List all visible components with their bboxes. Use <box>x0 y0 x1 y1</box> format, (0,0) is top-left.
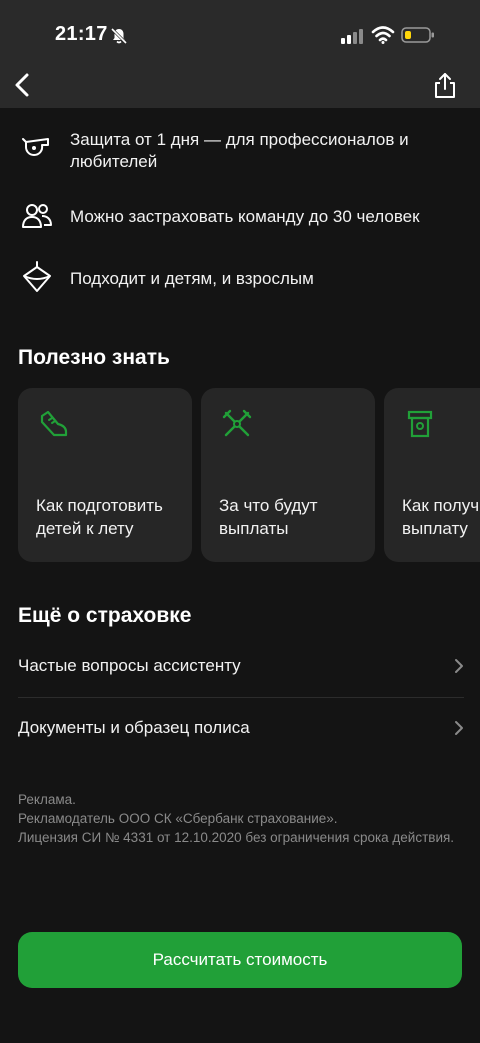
ad-disclaimer: Реклама. Рекламодатель ООО СК «Сбербанк … <box>18 790 458 847</box>
list-item-label: Документы и образец полиса <box>18 718 250 737</box>
signal-icon <box>341 29 363 44</box>
useful-card[interactable]: За что будут выплаты <box>201 388 375 562</box>
list-item-label: Частые вопросы ассистенту <box>18 656 241 675</box>
list-item-documents[interactable]: Документы и образец полиса <box>18 698 464 760</box>
bell-slash-icon <box>110 27 128 45</box>
crossed-sticks-icon <box>222 409 252 437</box>
list-item-faq[interactable]: Частые вопросы ассистенту <box>18 636 464 698</box>
atm-icon <box>407 410 433 438</box>
useful-cards-carousel[interactable]: Как подготовить детей к лету За что буду… <box>0 388 480 563</box>
people-icon <box>22 204 52 228</box>
spinning-top-icon <box>23 261 51 292</box>
feature-item: Подходит и детям, и взрослым <box>0 260 480 296</box>
section-title-more: Ещё о страховке <box>18 604 192 627</box>
feature-text: Защита от 1 дня — для профессионалов и л… <box>70 130 409 171</box>
disclaimer-line: Лицензия СИ № 4331 от 12.10.2020 без огр… <box>18 830 455 845</box>
useful-card[interactable]: Как получить выплату <box>384 388 480 562</box>
feature-item: Защита от 1 дня — для профессионалов и л… <box>0 127 480 177</box>
whistle-icon <box>22 138 49 156</box>
top-bar: 21:17 <box>0 0 480 108</box>
calculate-cost-button[interactable]: Рассчитать стоимость <box>18 932 462 988</box>
useful-card-label: За что будут выплаты <box>219 496 318 538</box>
share-button[interactable] <box>432 72 458 100</box>
useful-card[interactable]: Как подготовить детей к лету <box>18 388 192 562</box>
chevron-right-icon <box>455 659 463 673</box>
back-button[interactable] <box>10 70 34 100</box>
feature-item: Можно застраховать команду до 30 человек <box>0 200 480 234</box>
feature-text: Можно застраховать команду до 30 человек <box>70 207 420 226</box>
sneaker-icon <box>40 410 68 437</box>
useful-card-label: Как получить выплату <box>402 496 480 538</box>
section-title-useful: Полезно знать <box>18 346 170 369</box>
wifi-icon <box>371 26 395 44</box>
battery-icon <box>401 27 434 43</box>
disclaimer-line: Реклама. <box>18 792 76 807</box>
disclaimer-line: Рекламодатель ООО СК «Сбербанк страхован… <box>18 811 338 826</box>
chevron-right-icon <box>455 721 463 735</box>
useful-card-label: Как подготовить детей к лету <box>36 496 163 538</box>
status-time: 21:17 <box>55 23 108 45</box>
feature-text: Подходит и детям, и взрослым <box>70 269 314 288</box>
